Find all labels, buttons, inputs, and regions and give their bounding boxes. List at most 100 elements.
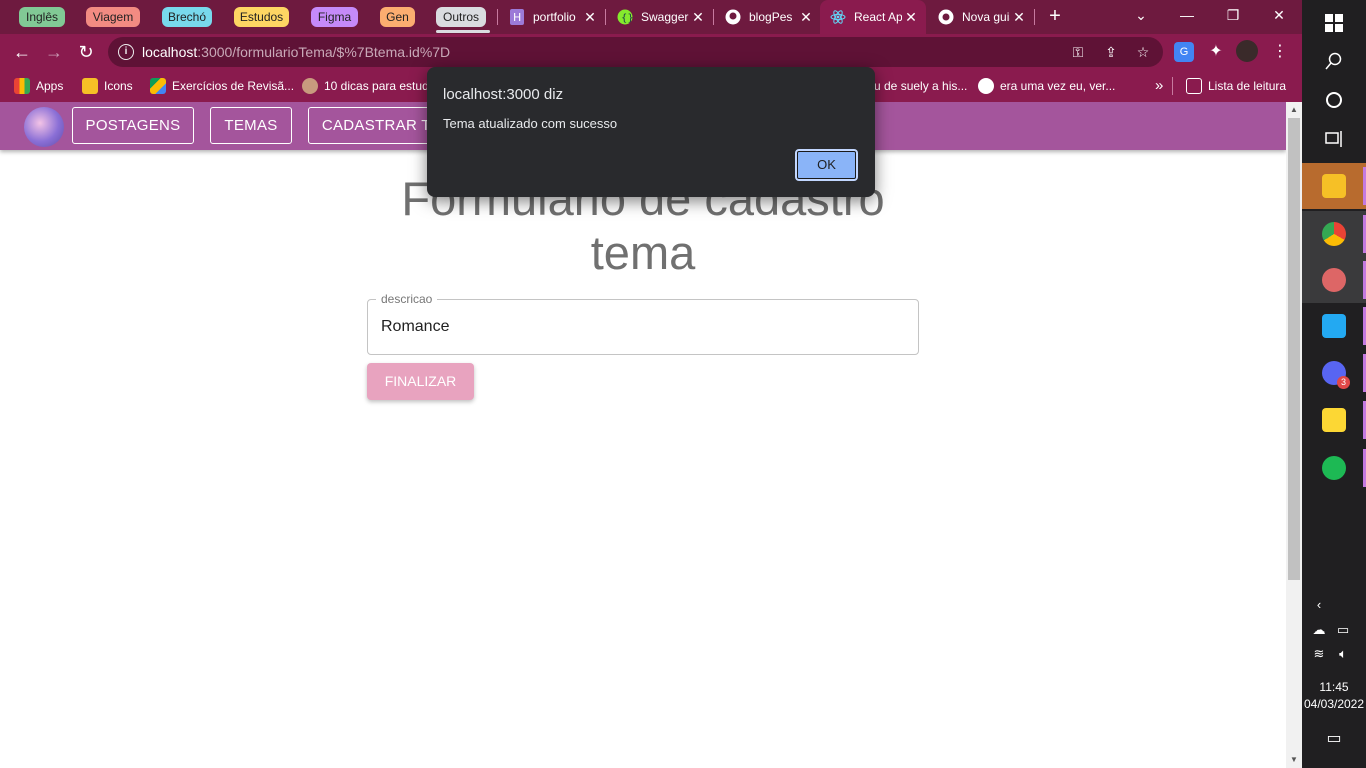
discord-icon: 3	[1322, 361, 1350, 389]
reload-button[interactable]: ↻	[72, 38, 100, 66]
browser-toolbar: ← → ↻ i localhost:3000/formularioTema/$%…	[0, 34, 1302, 70]
tab-group-ingles[interactable]: Inglês	[19, 7, 65, 27]
scroll-thumb[interactable]	[1288, 118, 1300, 580]
close-window-button[interactable]: ✕	[1256, 0, 1302, 34]
field-value[interactable]: Romance	[381, 300, 449, 354]
volume-icon[interactable]: 🔈︎	[1332, 646, 1354, 662]
task-view-button[interactable]	[1302, 116, 1366, 162]
tab-react-app[interactable]: React App ✕	[820, 0, 926, 34]
svg-text:{}: {}	[621, 13, 633, 24]
bookmark-label: era uma vez eu, ver...	[1000, 79, 1116, 93]
url-text[interactable]: localhost:3000/formularioTema/$%7Btema.i…	[142, 37, 450, 67]
clock-time[interactable]: 11:45	[1302, 680, 1366, 694]
taskbar-vscode[interactable]	[1302, 303, 1366, 349]
tab-group-viagem[interactable]: Viagem	[86, 7, 140, 27]
bookmark-apps[interactable]: Apps	[14, 77, 63, 95]
page-scrollbar[interactable]: ▲ ▼	[1286, 102, 1302, 768]
ok-button[interactable]: OK	[795, 149, 858, 181]
bookmark-dicas[interactable]: 10 dicas para estud	[302, 77, 429, 95]
task-view-icon	[1325, 131, 1342, 147]
bookmark-label: 10 dicas para estud	[324, 79, 429, 93]
close-icon[interactable]: ✕	[1010, 0, 1028, 34]
svg-text:H: H	[513, 11, 521, 24]
heroku-icon: H	[509, 9, 525, 25]
apps-grid-icon	[14, 78, 30, 94]
restore-icon: ❐	[1226, 7, 1240, 23]
tab-group-gen[interactable]: Gen	[380, 7, 415, 27]
back-button[interactable]: ←	[8, 38, 36, 66]
tab-blogpes[interactable]: blogPes ✕	[715, 0, 821, 34]
address-bar[interactable]: i localhost:3000/formularioTema/$%7Btema…	[108, 37, 1163, 67]
bookmark-exercicios[interactable]: Exercícios de Revisã...	[150, 77, 294, 95]
forward-button[interactable]: →	[40, 38, 68, 66]
chevron-left-icon[interactable]: ‹	[1308, 597, 1330, 612]
nav-temas[interactable]: TEMAS	[210, 107, 292, 144]
close-icon[interactable]: ✕	[902, 0, 920, 34]
dialog-title: localhost:3000 diz	[443, 86, 564, 103]
tab-search-button[interactable]: ⌄	[1118, 0, 1164, 34]
extensions-icon[interactable]: ✦	[1206, 42, 1226, 62]
info-icon[interactable]: i	[118, 44, 134, 60]
bookmark-era-uma-vez[interactable]: era uma vez eu, ver...	[978, 77, 1115, 95]
nav-postagens[interactable]: POSTAGENS	[72, 107, 194, 144]
windows-icon	[1325, 14, 1343, 32]
tab-separator	[497, 9, 498, 25]
bookmarks-overflow-button[interactable]: »	[1155, 77, 1163, 95]
tab-swagger[interactable]: {} Swagger ✕	[607, 0, 713, 34]
tab-portfolio[interactable]: H portfolio ✕	[499, 0, 605, 34]
taskbar-chrome[interactable]	[1302, 211, 1366, 257]
tab-group-underline	[436, 30, 490, 33]
menu-icon[interactable]: ⋮	[1270, 42, 1290, 62]
minimize-button[interactable]: —	[1164, 0, 1210, 34]
tab-separator	[1034, 9, 1035, 25]
taskbar-app[interactable]	[1302, 257, 1366, 303]
clock-date[interactable]: 04/03/2022	[1302, 697, 1366, 711]
finalizar-button[interactable]: FINALIZAR	[367, 363, 474, 400]
restore-button[interactable]: ❐	[1210, 0, 1256, 34]
close-icon[interactable]: ✕	[581, 0, 599, 34]
taskbar-file-explorer[interactable]	[1302, 163, 1366, 209]
tab-strip: Inglês Viagem Brechó Estudos Figma Gen O…	[0, 0, 1302, 34]
app-logo[interactable]	[24, 107, 64, 147]
github-icon	[725, 9, 741, 25]
key-icon[interactable]: ⚿	[1068, 42, 1088, 62]
notifications-icon[interactable]: ▭	[1323, 728, 1345, 748]
tab-group-figma[interactable]: Figma	[311, 7, 358, 27]
bookmark-star-icon[interactable]: ☆	[1133, 42, 1153, 62]
close-icon[interactable]: ✕	[797, 0, 815, 34]
wifi-icon[interactable]: ≋	[1308, 646, 1330, 662]
close-icon[interactable]: ✕	[689, 0, 707, 34]
taskbar-spotify[interactable]	[1302, 445, 1366, 491]
tab-group-brecho[interactable]: Brechó	[162, 7, 212, 27]
battery-icon[interactable]: ▭	[1332, 622, 1354, 638]
profile-avatar[interactable]	[1236, 40, 1258, 62]
notification-badge: 3	[1337, 376, 1350, 389]
windows-taskbar: 3 ‹ ☁ ▭ ≋ 🔈︎ 11:45 04/03/2022 ▭	[1302, 0, 1366, 768]
bookmark-label: u de suely a his...	[874, 79, 968, 93]
google-translate-icon[interactable]: G	[1174, 42, 1194, 62]
scroll-down-icon[interactable]: ▼	[1286, 752, 1302, 768]
taskbar-sticky-notes[interactable]	[1302, 397, 1366, 443]
bookmark-suely[interactable]: u de suely a his...	[874, 77, 967, 95]
reading-list-button[interactable]: Lista de leitura	[1186, 77, 1286, 95]
scroll-up-icon[interactable]: ▲	[1286, 102, 1302, 118]
tab-title: React App	[854, 10, 902, 24]
bookmark-label: Icons	[104, 79, 133, 93]
tab-nova-guia[interactable]: Nova guia ✕	[928, 0, 1034, 34]
tab-group-outros[interactable]: Outros	[436, 7, 486, 27]
google-drive-icon	[150, 78, 166, 94]
onedrive-icon[interactable]: ☁	[1308, 622, 1330, 638]
cortana-icon	[1326, 92, 1342, 108]
spotify-icon	[1322, 456, 1346, 480]
folder-icon	[82, 78, 98, 94]
bookmark-label: Apps	[36, 79, 64, 93]
reading-list-label: Lista de leitura	[1208, 79, 1287, 93]
chrome-icon	[1322, 222, 1346, 246]
tab-group-estudos[interactable]: Estudos	[234, 7, 289, 27]
descricao-field[interactable]: descricao Romance	[367, 292, 919, 355]
minimize-icon: —	[1180, 7, 1194, 23]
taskbar-discord[interactable]: 3	[1302, 350, 1366, 396]
share-icon[interactable]: ⇪	[1101, 42, 1121, 62]
bookmark-icons[interactable]: Icons	[82, 77, 133, 95]
new-tab-button[interactable]: +	[1044, 5, 1066, 27]
